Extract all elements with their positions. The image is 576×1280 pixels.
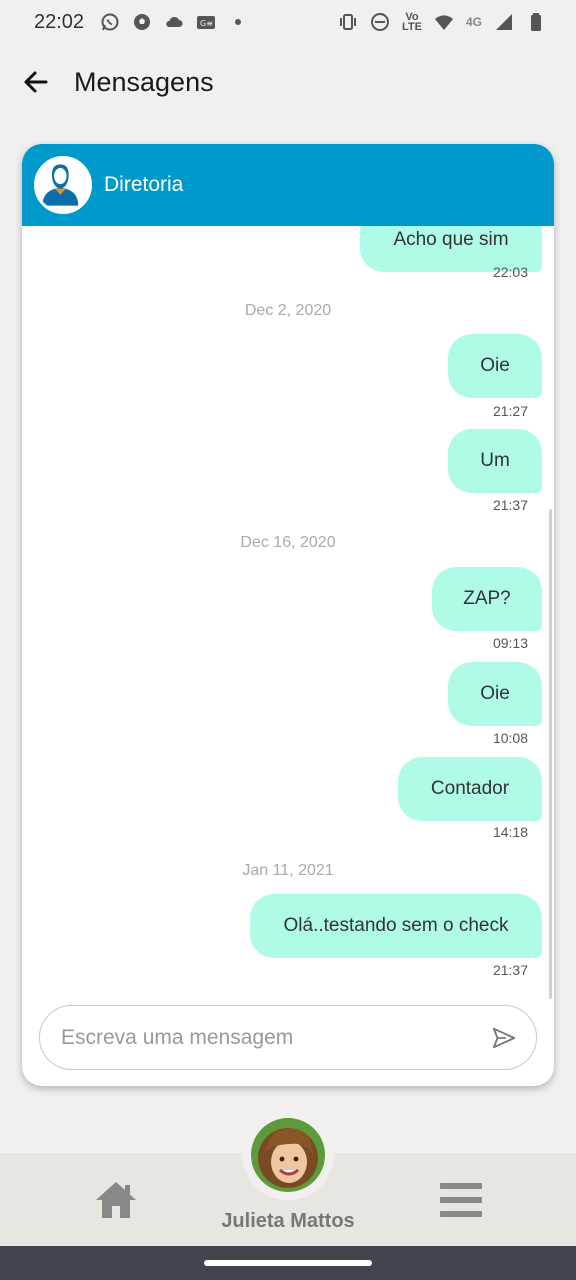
volte-icon: Vo LTE: [402, 12, 422, 33]
wifi-icon: [434, 12, 454, 32]
message-time: 09:13: [492, 635, 528, 651]
volte-label-bottom: LTE: [402, 21, 422, 33]
message-input-row: [39, 1005, 537, 1070]
message-time: 21:37: [492, 962, 528, 978]
message-bubble[interactable]: Olá..testando sem o check: [250, 894, 542, 958]
chat-card: Diretoria Acho que sim 22:03 Dec 2, 2020…: [22, 144, 554, 1086]
notification-dot-icon: [228, 12, 248, 32]
back-arrow-icon[interactable]: [22, 68, 50, 96]
gesture-handle[interactable]: [204, 1260, 372, 1266]
vibrate-icon: [338, 12, 358, 32]
message-time: 21:27: [492, 403, 528, 419]
date-separator: Jan 11, 2021: [242, 862, 334, 879]
contact-name: Diretoria: [104, 173, 184, 196]
message-bubble[interactable]: Um: [448, 429, 542, 493]
svg-text:G≡: G≡: [200, 19, 213, 28]
contact-avatar: [34, 156, 92, 214]
message-time: 22:03: [492, 264, 528, 280]
do-not-disturb-icon: [370, 12, 390, 32]
message-bubble[interactable]: ZAP?: [432, 567, 542, 631]
status-bar: 22:02 G≡ Vo LTE 4G: [0, 0, 576, 44]
message-bubble[interactable]: Oie: [448, 334, 542, 398]
message-time: 14:18: [492, 824, 528, 840]
soccer-ball-icon: [132, 12, 152, 32]
page-title: Mensagens: [74, 66, 214, 97]
signal-icon: [494, 12, 514, 32]
scrollbar[interactable]: [549, 509, 552, 999]
date-separator: Dec 2, 2020: [244, 302, 332, 319]
message-time: 10:08: [492, 730, 528, 746]
gesture-bar: [0, 1246, 576, 1280]
cloud-icon: [164, 12, 184, 32]
message-bubble[interactable]: Oie: [448, 662, 542, 726]
whatsapp-icon: [100, 12, 120, 32]
network-type-label: 4G: [465, 15, 482, 29]
message-bubble[interactable]: Contador: [398, 757, 542, 821]
translate-icon: G≡: [196, 12, 216, 32]
message-time: 21:37: [492, 497, 528, 513]
user-avatar[interactable]: [251, 1118, 325, 1192]
chat-header: Diretoria: [22, 144, 554, 226]
status-time: 22:02: [34, 10, 85, 33]
battery-icon: [526, 12, 546, 32]
message-input[interactable]: [61, 1025, 490, 1050]
message-list[interactable]: Acho que sim 22:03 Dec 2, 2020 Oie 21:27…: [22, 226, 554, 996]
user-name: Julieta Mattos: [221, 1210, 355, 1232]
date-separator: Dec 16, 2020: [240, 534, 336, 551]
send-icon[interactable]: [490, 1024, 518, 1052]
app-header: Mensagens: [0, 52, 576, 112]
